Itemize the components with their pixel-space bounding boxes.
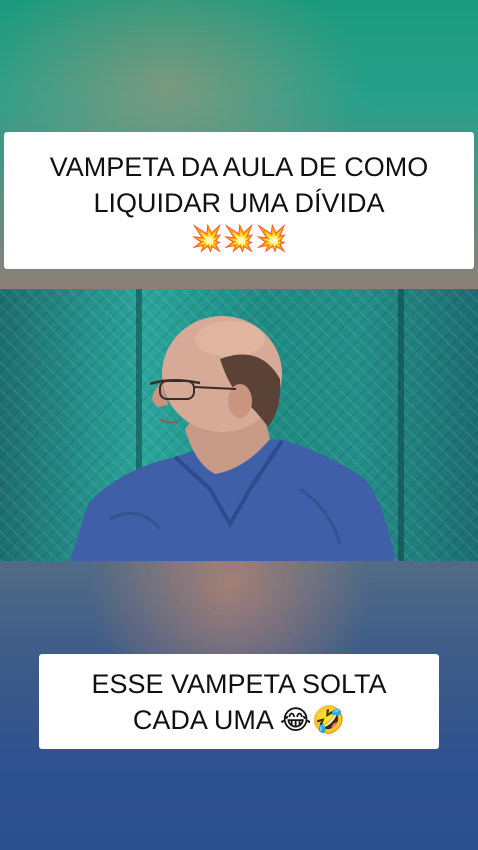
- top-caption: VAMPETA DA AULA DE COMO LIQUIDAR UMA DÍV…: [4, 132, 474, 269]
- top-caption-line-2: LIQUIDAR UMA DÍVIDA: [93, 187, 385, 218]
- top-caption-line-1: VAMPETA DA AULA DE COMO: [49, 151, 429, 182]
- collision-emoji-icon: 💥💥💥: [190, 222, 288, 253]
- presenter-figure: [70, 316, 395, 561]
- bottom-caption-line-2: CADA UMA 😂🤣: [132, 704, 346, 735]
- video-frame[interactable]: [0, 289, 478, 561]
- bottom-caption-line-1: ESSE VAMPETA SOLTA: [91, 668, 387, 699]
- bottom-caption: ESSE VAMPETA SOLTA CADA UMA 😂🤣: [39, 654, 439, 749]
